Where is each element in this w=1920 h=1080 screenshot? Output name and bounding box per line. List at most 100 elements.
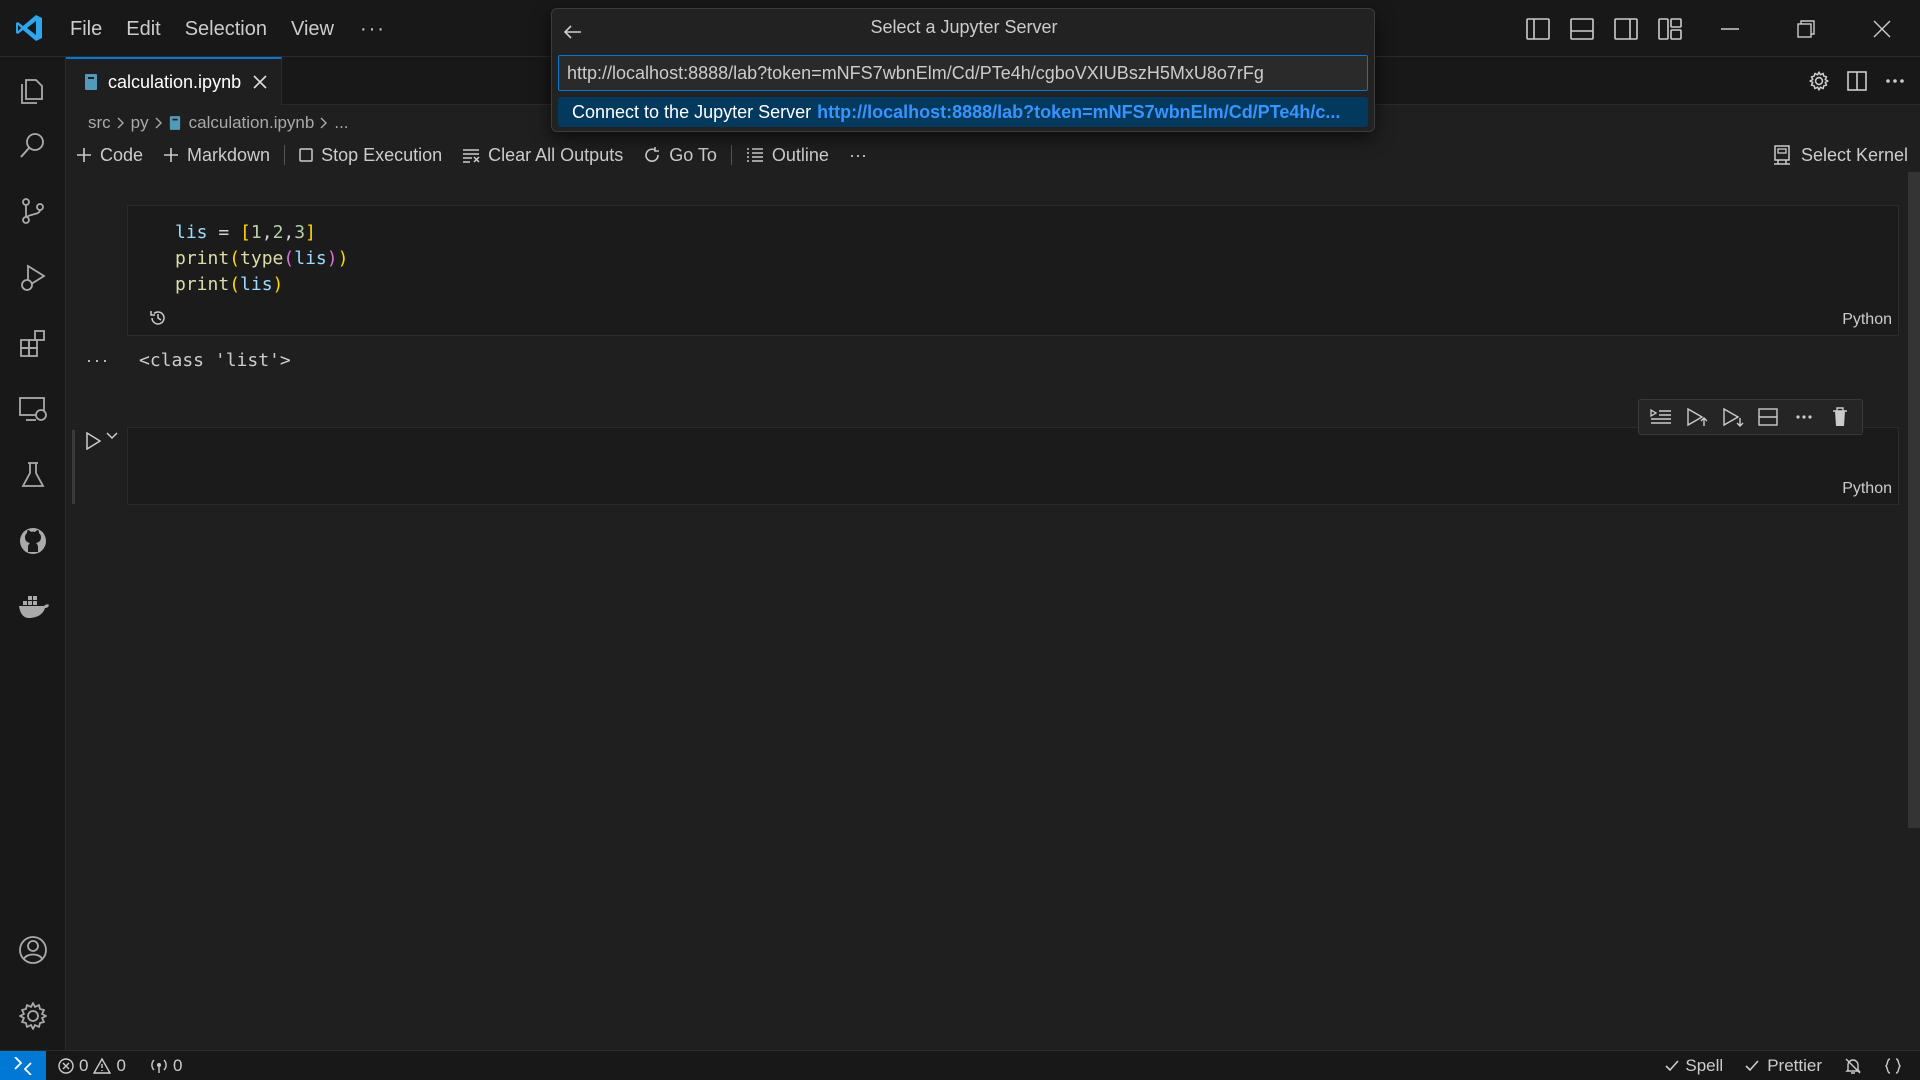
breadcrumb-item-py[interactable]: py	[131, 113, 149, 133]
toggle-primary-sidebar-icon[interactable]	[1516, 0, 1560, 57]
add-code-cell-button[interactable]: Code	[66, 140, 153, 170]
cell-language-label[interactable]: Python	[1842, 480, 1892, 498]
execution-history-icon[interactable]	[148, 308, 168, 328]
source-control-icon[interactable]	[0, 181, 66, 241]
more-actions-icon[interactable]	[1789, 402, 1819, 432]
close-icon[interactable]	[253, 75, 267, 89]
remote-window-icon[interactable]	[0, 1051, 46, 1080]
prettier-label: Prettier	[1767, 1056, 1822, 1075]
run-by-line-icon[interactable]	[1646, 402, 1676, 432]
explorer-icon[interactable]	[0, 61, 66, 121]
kernel-server-icon	[1773, 145, 1790, 165]
select-kernel-button[interactable]: Select Kernel	[1773, 140, 1908, 170]
tab-calculation-ipynb[interactable]: calculation.ipynb	[66, 57, 282, 105]
search-icon[interactable]	[0, 115, 66, 175]
code-line[interactable]: print(lis)	[175, 272, 283, 298]
feedback-braces-icon[interactable]	[1884, 1057, 1902, 1075]
notebook-file-icon	[84, 73, 98, 91]
menu-selection[interactable]: Selection	[173, 12, 279, 46]
error-icon	[58, 1058, 74, 1074]
minimize-icon[interactable]	[1692, 0, 1768, 57]
breadcrumb: src py calculation.ipynb ...	[88, 110, 349, 136]
split-cell-icon[interactable]	[1753, 402, 1783, 432]
notebook-toolbar: Code Markdown Stop Execution Clear All O…	[66, 140, 1920, 170]
problems-indicator[interactable]: 0 0	[58, 1051, 126, 1080]
delete-cell-trash-icon[interactable]	[1825, 402, 1855, 432]
notebook-file-icon	[169, 115, 181, 131]
output-more-button[interactable]: ···	[86, 350, 110, 371]
cell-toolbar	[1638, 399, 1863, 435]
toolbar-more-button[interactable]: ···	[839, 140, 877, 170]
chevron-right-icon	[320, 117, 328, 129]
connect-server-option[interactable]: Connect to the Jupyter Server http://loc…	[558, 97, 1368, 127]
ports-indicator[interactable]: 0	[150, 1051, 182, 1080]
execute-above-cells-icon[interactable]	[1682, 402, 1712, 432]
code-line[interactable]: lis = [1,2,3]	[175, 220, 316, 246]
go-to-label: Go To	[669, 144, 717, 165]
more-actions-icon[interactable]	[1880, 66, 1910, 96]
docker-icon[interactable]	[0, 577, 66, 637]
menu-edit[interactable]: Edit	[114, 12, 172, 46]
extensions-icon[interactable]	[0, 313, 66, 373]
run-cell-play-icon[interactable]	[82, 428, 104, 454]
stop-icon	[299, 148, 313, 162]
clear-all-icon	[463, 149, 480, 163]
code-cell[interactable]: Python	[127, 427, 1899, 505]
breadcrumb-item-file[interactable]: calculation.ipynb	[189, 113, 315, 133]
add-markdown-label: Markdown	[187, 144, 271, 165]
split-editor-icon[interactable]	[1842, 66, 1872, 96]
stop-execution-label: Stop Execution	[321, 144, 443, 165]
cell-language-label[interactable]: Python	[1842, 311, 1892, 329]
go-to-button[interactable]: Go To	[633, 140, 727, 170]
chevron-right-icon	[155, 117, 163, 129]
quick-pick-title: Select a Jupyter Server	[870, 17, 1058, 37]
run-debug-icon[interactable]	[0, 247, 66, 307]
double-check-icon	[1745, 1060, 1759, 1072]
notebook-settings-gear-icon[interactable]	[1804, 66, 1834, 96]
spell-label: Spell	[1685, 1056, 1724, 1075]
close-window-icon[interactable]	[1844, 0, 1920, 57]
customize-layout-icon[interactable]	[1648, 0, 1692, 57]
broadcast-icon	[151, 1059, 167, 1073]
menu-view[interactable]: View	[279, 12, 346, 46]
github-icon[interactable]	[0, 511, 66, 571]
menu-bar: File Edit Selection View ···	[58, 0, 400, 57]
window-controls	[1516, 0, 1920, 57]
menu-more-button[interactable]: ···	[346, 12, 400, 46]
remote-explorer-icon[interactable]	[0, 379, 66, 439]
cell-output-text: <class 'list'>	[139, 350, 291, 371]
stop-execution-button[interactable]: Stop Execution	[289, 140, 452, 170]
refresh-icon	[645, 147, 660, 162]
outline-label: Outline	[771, 144, 829, 165]
jupyter-server-url-input[interactable]	[558, 55, 1368, 91]
toggle-secondary-sidebar-icon[interactable]	[1604, 0, 1648, 57]
warning-icon	[93, 1058, 112, 1074]
editor-scrollbar[interactable]	[1908, 172, 1920, 828]
prettier-status[interactable]: Prettier	[1745, 1056, 1822, 1076]
menu-file[interactable]: File	[58, 12, 114, 46]
spell-check-status[interactable]: Spell	[1665, 1056, 1723, 1076]
tab-label: calculation.ipynb	[108, 71, 242, 92]
breadcrumb-item-src[interactable]: src	[88, 113, 111, 133]
restore-icon[interactable]	[1768, 0, 1844, 57]
add-markdown-cell-button[interactable]: Markdown	[153, 140, 280, 170]
clear-all-outputs-button[interactable]: Clear All Outputs	[452, 140, 633, 170]
plus-icon	[77, 148, 91, 162]
toggle-panel-icon[interactable]	[1560, 0, 1604, 57]
code-line[interactable]: print(type(lis))	[175, 246, 348, 272]
plus-icon	[164, 148, 179, 162]
chevron-right-icon	[117, 117, 125, 129]
breadcrumb-item-ellipsis[interactable]: ...	[334, 113, 348, 133]
testing-icon[interactable]	[0, 445, 66, 505]
warning-count: 0	[116, 1056, 126, 1075]
manage-gear-icon[interactable]	[0, 986, 66, 1046]
execute-cell-and-below-icon[interactable]	[1718, 402, 1748, 432]
connect-server-url: http://localhost:8888/lab?token=mNFS7wbn…	[817, 101, 1341, 122]
code-cell[interactable]: lis = [1,2,3] print(type(lis)) print(lis…	[127, 205, 1899, 336]
add-code-label: Code	[100, 144, 144, 165]
outline-button[interactable]: Outline	[736, 140, 839, 170]
chevron-down-icon[interactable]	[106, 432, 118, 440]
activity-bar	[0, 57, 66, 1050]
notifications-muted-bell-icon[interactable]	[1844, 1057, 1862, 1075]
account-icon[interactable]	[0, 920, 66, 980]
